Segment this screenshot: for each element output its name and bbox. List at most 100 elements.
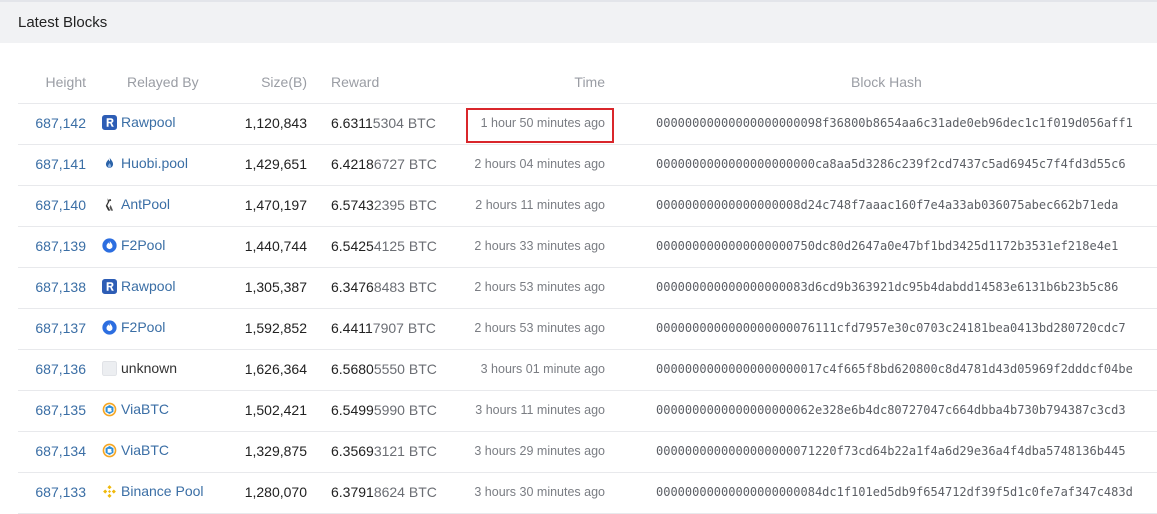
relayed-by-cell: AntPool <box>102 196 170 212</box>
block-hash-link[interactable]: 00000000000000000008d24c748f7aaac160f7e4… <box>656 198 1118 212</box>
antpool-icon <box>102 197 117 212</box>
block-reward-main: 6.5425 <box>331 238 374 254</box>
block-hash-link[interactable]: 0000000000000000000750dc80d2647a0e47bf1b… <box>656 239 1118 253</box>
table-row: 687,134 ViaBTC 1,329,875 6.35693121 BTC 3 ho… <box>18 432 1157 473</box>
block-hash-link[interactable]: 0000000000000000000062e328e6b4dc80727047… <box>656 403 1126 417</box>
column-header-size: Size(B) <box>261 74 307 90</box>
block-time: 2 hours 11 minutes ago <box>475 198 605 212</box>
block-height-link[interactable]: 687,139 <box>35 238 86 254</box>
block-height-link[interactable]: 687,141 <box>35 156 86 172</box>
block-time: 2 hours 33 minutes ago <box>474 239 605 253</box>
table-row: 687,141 Huobi.pool 1,429,651 6.42186727 BTC… <box>18 145 1157 186</box>
pool-name-link[interactable]: F2Pool <box>121 237 165 253</box>
block-height-link[interactable]: 687,142 <box>35 115 86 131</box>
huobi-icon <box>102 156 117 171</box>
block-height-link[interactable]: 687,134 <box>35 443 86 459</box>
block-time: 3 hours 29 minutes ago <box>474 444 605 458</box>
block-time: 3 hours 30 minutes ago <box>474 485 605 499</box>
block-height-link[interactable]: 687,133 <box>35 484 86 500</box>
block-hash-link[interactable]: 00000000000000000000017c4f665f8bd620800c… <box>656 362 1133 376</box>
table-row: 687,140 AntPool 1,470,197 6.57432395 BTC 2 h… <box>18 186 1157 227</box>
block-reward: 6.42186727 BTC <box>331 156 437 172</box>
block-size: 1,120,843 <box>244 115 307 131</box>
block-reward-main: 6.3791 <box>331 484 374 500</box>
block-time: 2 hours 53 minutes ago <box>474 321 605 335</box>
pool-name-link[interactable]: AntPool <box>121 196 170 212</box>
block-reward-rest: 7907 BTC <box>372 320 436 336</box>
block-size: 1,592,852 <box>244 320 307 336</box>
pool-name-link: unknown <box>121 360 178 376</box>
block-reward: 6.35693121 BTC <box>331 443 437 459</box>
relayed-by-cell: Huobi.pool <box>102 155 188 171</box>
block-hash-link[interactable]: 0000000000000000000071220f73cd64b22a1f4a… <box>656 444 1126 458</box>
pool-name-link[interactable]: Rawpool <box>121 114 175 130</box>
relayed-by-cell: Rawpool <box>102 278 175 294</box>
block-size: 1,502,421 <box>244 402 307 418</box>
table-row: 687,139 F2Pool 1,440,744 6.54254125 BTC 2 ho… <box>18 227 1157 268</box>
pool-name-link[interactable]: F2Pool <box>121 319 165 335</box>
block-height-link[interactable]: 687,137 <box>35 320 86 336</box>
column-header-block-hash: Block Hash <box>851 74 922 90</box>
pool-name-link[interactable]: ViaBTC <box>121 442 169 458</box>
block-reward-rest: 8483 BTC <box>373 279 437 295</box>
block-reward-rest: 4125 BTC <box>373 238 437 254</box>
block-hash-link[interactable]: 0000000000000000000076111cfd7957e30c0703… <box>656 321 1126 335</box>
block-reward: 6.54254125 BTC <box>331 238 437 254</box>
column-header-reward: Reward <box>331 74 380 90</box>
relayed-by-cell: ViaBTC <box>102 442 169 458</box>
relayed-by-cell: unknown <box>102 360 177 376</box>
pool-name-link[interactable]: ViaBTC <box>121 401 169 417</box>
pool-name-link[interactable]: Rawpool <box>121 278 175 294</box>
block-reward: 6.63115304 BTC <box>331 115 436 131</box>
relayed-by-cell: Binance Pool <box>102 483 204 499</box>
highlight-annotation-box <box>466 108 614 143</box>
panel-title: Latest Blocks <box>18 14 108 31</box>
f2pool-icon <box>102 237 117 253</box>
pool-name-link[interactable]: Huobi.pool <box>121 155 188 171</box>
block-hash-link[interactable]: 0000000000000000000000ca8aa5d3286c239f2c… <box>656 157 1126 171</box>
block-height-link[interactable]: 687,136 <box>35 361 86 377</box>
relayed-by-cell: F2Pool <box>102 319 165 335</box>
block-reward-main: 6.5499 <box>331 402 374 418</box>
rawpool-icon <box>102 278 117 294</box>
table-row: 687,136 unknown 1,626,364 6.56805550 BTC 3 h… <box>18 350 1157 391</box>
block-reward-main: 6.5743 <box>331 197 374 213</box>
block-time: 2 hours 53 minutes ago <box>474 280 605 294</box>
block-size: 1,329,875 <box>244 443 307 459</box>
block-hash-link[interactable]: 00000000000000000000084dc1f101ed5db9f654… <box>656 485 1133 499</box>
block-size: 1,440,744 <box>244 238 307 254</box>
relayed-by-cell: Rawpool <box>102 114 175 130</box>
block-height-link[interactable]: 687,140 <box>35 197 86 213</box>
pool-name-link[interactable]: Binance Pool <box>121 483 204 499</box>
block-reward-rest: 5990 BTC <box>373 402 437 418</box>
relayed-by-cell: F2Pool <box>102 237 165 253</box>
binance-icon <box>102 484 117 499</box>
block-reward-main: 6.4411 <box>331 320 373 336</box>
table-header: Height Relayed By Size(B) Reward Time Bl… <box>18 62 1157 104</box>
block-reward-rest: 5550 BTC <box>373 361 437 377</box>
column-header-height: Height <box>45 74 86 90</box>
block-reward-rest: 2395 BTC <box>373 197 437 213</box>
block-hash-link[interactable]: 000000000000000000083d6cd9b363921dc95b4d… <box>656 280 1118 294</box>
block-reward-main: 6.3476 <box>331 279 374 295</box>
block-time: 3 hours 11 minutes ago <box>475 403 605 417</box>
unknown-icon <box>102 360 117 376</box>
block-reward-main: 6.6311 <box>331 115 373 131</box>
block-height-link[interactable]: 687,135 <box>35 402 86 418</box>
block-height-link[interactable]: 687,138 <box>35 279 86 295</box>
block-time: 2 hours 04 minutes ago <box>474 157 605 171</box>
f2pool-icon <box>102 319 117 335</box>
table-row: 687,137 F2Pool 1,592,852 6.44117907 BTC 2 ho… <box>18 309 1157 350</box>
block-size: 1,470,197 <box>244 197 307 213</box>
block-hash-link[interactable]: 00000000000000000000098f36800b8654aa6c31… <box>656 116 1133 130</box>
block-reward: 6.54995990 BTC <box>331 402 437 418</box>
table-body: 687,142 Rawpool 1,120,843 6.63115304 BTC 1 h… <box>18 104 1157 514</box>
block-size: 1,429,651 <box>244 156 307 172</box>
relayed-by-cell: ViaBTC <box>102 401 169 417</box>
block-reward-rest: 3121 BTC <box>373 443 437 459</box>
block-reward-main: 6.3569 <box>331 443 374 459</box>
block-reward-main: 6.4218 <box>331 156 374 172</box>
panel-header: Latest Blocks <box>0 0 1157 43</box>
column-header-time: Time <box>574 74 605 90</box>
block-time: 3 hours 01 minute ago <box>480 362 605 376</box>
